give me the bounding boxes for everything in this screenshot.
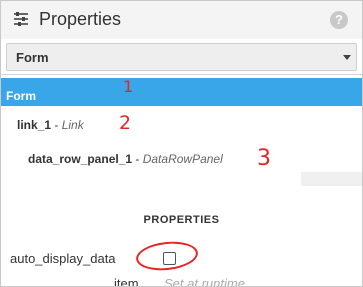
sliders-icon — [13, 12, 29, 31]
component-select-value: Form — [16, 50, 49, 65]
properties-panel: Properties ? Form Form link_1 - Link dat… — [0, 0, 363, 287]
annotation-3: 3 — [257, 146, 271, 171]
panel-title: Properties — [39, 9, 122, 29]
annotation-2: 2 — [119, 112, 132, 134]
tree-item-separator: - — [51, 118, 62, 132]
annotation-1: 1 — [123, 77, 134, 96]
tree-item-type: Link — [61, 118, 84, 132]
property-label-auto-display-data: auto_display_data — [10, 251, 116, 266]
tree-item-name: link_1 — [17, 118, 52, 132]
tree-item-type: DataRowPanel — [142, 152, 223, 166]
panel-header: Properties ? — [1, 1, 362, 39]
tree-item-name: data_row_panel_1 — [28, 152, 133, 166]
help-icon[interactable]: ? — [330, 11, 348, 29]
tree-item-link[interactable]: link_1 - Link — [1, 118, 362, 138]
properties-heading: PROPERTIES — [143, 214, 220, 226]
horizontal-scrollbar[interactable] — [301, 172, 362, 186]
chevron-down-icon — [343, 55, 351, 60]
annotation-circle — [134, 238, 200, 274]
component-select[interactable]: Form — [6, 43, 357, 71]
tree-item-name: Form — [6, 89, 36, 103]
property-label-item: item — [114, 276, 139, 287]
property-hint-item: Set at runtime — [164, 276, 245, 287]
tree-item-data-row-panel[interactable]: data_row_panel_1 - DataRowPanel — [1, 152, 362, 172]
tree-item-form[interactable]: Form — [1, 78, 362, 106]
tree-item-separator: - — [132, 152, 143, 166]
